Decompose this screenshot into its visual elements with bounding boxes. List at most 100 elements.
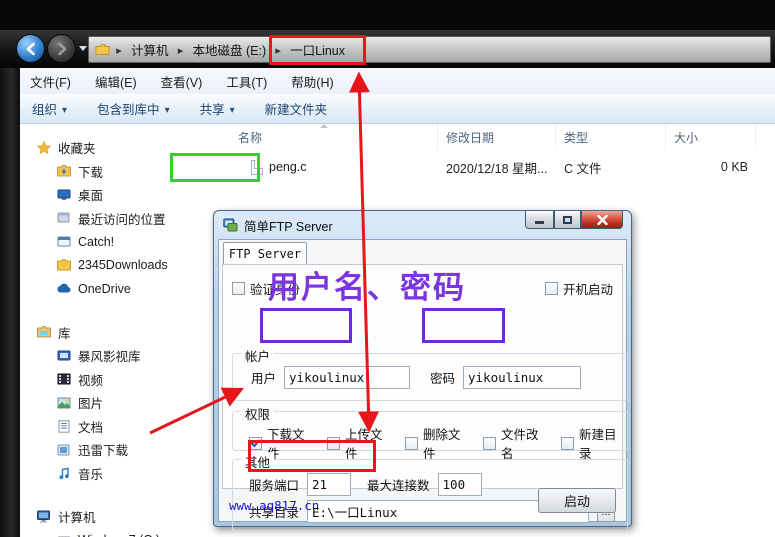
sidebar-item-documents[interactable]: 文档 bbox=[20, 415, 230, 439]
sidebar-item-desktop[interactable]: 桌面 bbox=[20, 183, 230, 207]
sidebar-item-windows7-c-drive[interactable]: Windows7 (C:) bbox=[20, 529, 230, 537]
sidebar-item-music[interactable]: 音乐 bbox=[20, 462, 230, 486]
checkbox-unchecked-icon bbox=[232, 282, 245, 295]
sidebar-item-storm-video-library[interactable]: 暴风影视库 bbox=[20, 344, 230, 368]
sidebar-item-catch[interactable]: Catch! bbox=[20, 230, 230, 254]
ftp-settings-page: 验证身份 开机启动 帐户 用户 yikoulinux 密码 yikoulinux bbox=[222, 264, 628, 531]
breadcrumb-yikou-linux[interactable]: 一口Linux bbox=[285, 38, 350, 61]
window-titlebar bbox=[0, 0, 775, 30]
dropdown-caret-icon bbox=[62, 102, 67, 116]
history-dropdown-icon[interactable] bbox=[79, 46, 87, 51]
breadcrumb-computer[interactable]: 计算机 bbox=[126, 38, 174, 61]
include-label: 包含到库中 bbox=[97, 103, 160, 117]
permissions-group-label: 权限 bbox=[241, 404, 275, 423]
maximize-button[interactable] bbox=[554, 211, 581, 229]
perm-delete-checkbox[interactable]: 删除文件 bbox=[405, 424, 471, 462]
perm-label: 下载文件 bbox=[267, 428, 305, 461]
sidebar-label: 视频 bbox=[78, 373, 104, 388]
account-group: 帐户 用户 yikoulinux 密码 yikoulinux bbox=[232, 346, 628, 401]
column-label: 修改日期 bbox=[446, 131, 495, 145]
organize-button[interactable]: 组织 bbox=[32, 99, 67, 118]
tab-ftp-server[interactable]: FTP Server bbox=[223, 242, 307, 264]
checkbox-unchecked-icon bbox=[483, 436, 496, 450]
address-bar[interactable]: 计算机 本地磁盘 (E:) 一口Linux bbox=[88, 36, 771, 63]
account-group-label: 帐户 bbox=[241, 346, 275, 365]
file-icon bbox=[251, 159, 263, 175]
sidebar-item-videos[interactable]: 视频 bbox=[20, 368, 230, 392]
explorer-window: 计算机 本地磁盘 (E:) 一口Linux 文件(F) 编辑(E) 查看(V) … bbox=[0, 0, 775, 537]
column-header-size[interactable]: 大小 bbox=[666, 124, 756, 150]
file-name: peng.c bbox=[269, 160, 307, 174]
sidebar-label: 2345Downloads bbox=[78, 258, 168, 273]
sidebar-item-pictures[interactable]: 图片 bbox=[20, 391, 230, 415]
film-icon bbox=[56, 372, 71, 387]
sidebar-label: 最近访问的位置 bbox=[78, 212, 166, 227]
maximize-icon bbox=[563, 215, 572, 224]
auth-checkbox[interactable]: 验证身份 bbox=[232, 279, 300, 298]
website-link[interactable]: www.aq817.cn bbox=[229, 498, 319, 513]
sidebar-item-favorites[interactable]: 收藏夹 bbox=[20, 136, 230, 160]
new-folder-button[interactable]: 新建文件夹 bbox=[265, 99, 328, 118]
column-header-name[interactable]: 名称 bbox=[230, 124, 438, 150]
command-toolbar: 组织 包含到库中 共享 新建文件夹 bbox=[20, 94, 775, 124]
perm-upload-checkbox[interactable]: 上传文件 bbox=[327, 424, 393, 462]
password-input[interactable]: yikoulinux bbox=[463, 366, 582, 389]
file-row-peng-c[interactable]: peng.c 2020/12/18 星期... C 文件 0 KB bbox=[230, 154, 775, 180]
folder-icon bbox=[56, 258, 71, 273]
sidebar-label: 库 bbox=[58, 326, 71, 341]
sidebar-label: 桌面 bbox=[78, 189, 104, 204]
include-in-library-button[interactable]: 包含到库中 bbox=[97, 99, 170, 118]
breadcrumb-local-disk-e[interactable]: 本地磁盘 (E:) bbox=[188, 38, 272, 61]
menu-tools[interactable]: 工具(T) bbox=[226, 72, 267, 91]
sidebar-item-downloads[interactable]: 下载 bbox=[20, 160, 230, 184]
sidebar-label: 下载 bbox=[78, 165, 104, 180]
perm-mkdir-checkbox[interactable]: 新建目录 bbox=[561, 424, 627, 462]
checkbox-unchecked-icon bbox=[327, 436, 340, 450]
breadcrumb-separator-icon bbox=[114, 43, 124, 57]
ftp-server-dialog: 简单FTP Server FTP Server 验证身份 开机启动 帐户 用户 … bbox=[213, 210, 632, 531]
recent-places-icon bbox=[56, 211, 71, 226]
sidebar-label: 文档 bbox=[78, 420, 104, 435]
dialog-caption-buttons bbox=[525, 211, 623, 229]
video-library-icon bbox=[56, 348, 71, 363]
column-header-date[interactable]: 修改日期 bbox=[438, 124, 556, 150]
permissions-group: 权限 下载文件 上传文件 bbox=[232, 404, 628, 461]
menu-edit[interactable]: 编辑(E) bbox=[95, 72, 137, 91]
back-button[interactable] bbox=[16, 34, 45, 63]
close-button[interactable] bbox=[581, 211, 623, 229]
breadcrumb-separator-icon bbox=[176, 43, 186, 57]
file-type: C 文件 bbox=[564, 161, 602, 176]
sidebar-item-recent-places[interactable]: 最近访问的位置 bbox=[20, 207, 230, 231]
forward-button[interactable] bbox=[47, 34, 76, 63]
back-arrow-icon bbox=[26, 42, 35, 55]
sidebar-item-2345downloads[interactable]: 2345Downloads bbox=[20, 254, 230, 278]
password-label: 密码 bbox=[430, 372, 456, 386]
minimize-button[interactable] bbox=[525, 211, 554, 229]
user-input[interactable]: yikoulinux bbox=[284, 366, 411, 389]
menu-view[interactable]: 查看(V) bbox=[161, 72, 203, 91]
checkbox-unchecked-icon bbox=[405, 436, 418, 450]
menu-help[interactable]: 帮助(H) bbox=[291, 72, 333, 91]
start-button[interactable]: 启动 bbox=[538, 488, 616, 513]
cloud-icon bbox=[56, 281, 71, 296]
sidebar-item-libraries[interactable]: 库 bbox=[20, 321, 230, 345]
sidebar-item-thunder-downloads[interactable]: 迅雷下载 bbox=[20, 438, 230, 462]
downloads-folder-icon bbox=[56, 164, 71, 179]
sidebar-label: Catch! bbox=[78, 234, 115, 249]
file-size: 0 KB bbox=[720, 160, 748, 174]
share-button[interactable]: 共享 bbox=[200, 99, 235, 118]
sidebar-item-computer[interactable]: 计算机 bbox=[20, 505, 230, 529]
minimize-icon bbox=[535, 221, 544, 224]
dialog-body: FTP Server 验证身份 开机启动 帐户 用户 yikoulinux 密码… bbox=[218, 239, 628, 531]
autostart-checkbox[interactable]: 开机启动 bbox=[544, 279, 613, 298]
menu-bar: 文件(F) 编辑(E) 查看(V) 工具(T) 帮助(H) bbox=[20, 68, 775, 94]
os-drive-icon bbox=[56, 533, 71, 537]
sidebar-item-onedrive[interactable]: OneDrive bbox=[20, 277, 230, 301]
column-header-type[interactable]: 类型 bbox=[556, 124, 666, 150]
column-label: 类型 bbox=[564, 131, 589, 145]
perm-rename-checkbox[interactable]: 文件改名 bbox=[483, 424, 549, 462]
checkbox-checked-icon bbox=[249, 436, 262, 450]
menu-file[interactable]: 文件(F) bbox=[30, 72, 71, 91]
checkbox-unchecked-icon bbox=[544, 282, 558, 295]
forward-arrow-icon bbox=[57, 42, 66, 55]
